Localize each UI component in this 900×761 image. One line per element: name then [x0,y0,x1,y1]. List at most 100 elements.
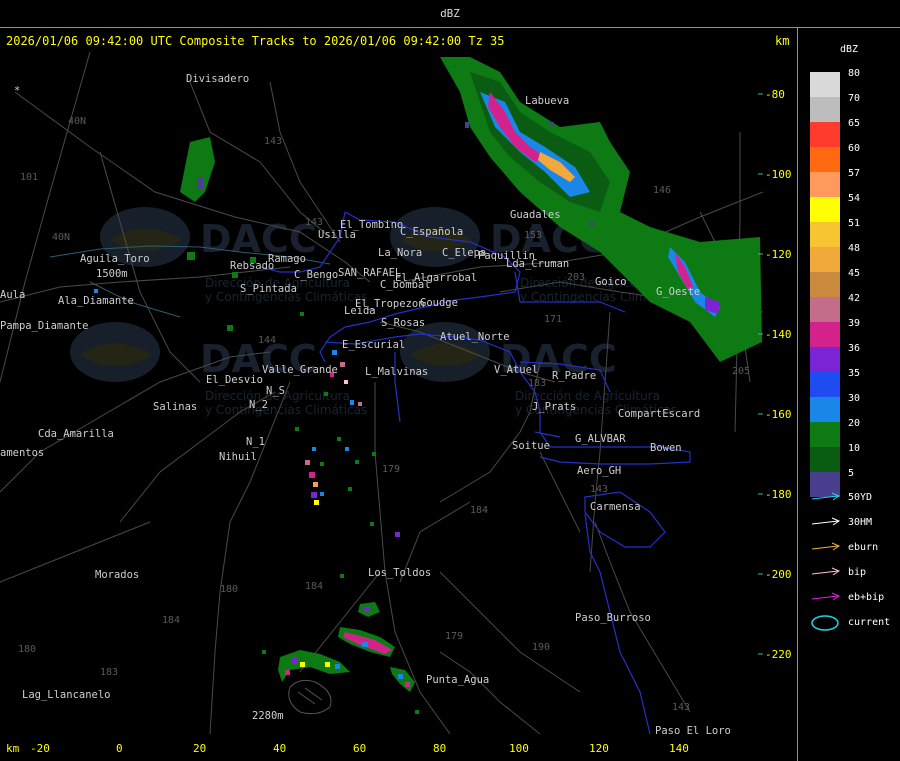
svg-text:C_Bengo: C_Bengo [294,269,338,281]
y-tick: -100 [765,168,792,181]
legend-label: 30 [848,393,861,404]
svg-text:203: 203 [567,272,585,283]
svg-text:40N: 40N [52,232,70,243]
legend-swatch-42 [810,297,840,322]
track-legend-50YD: 50YD [810,490,898,506]
legend-swatch-60 [810,147,840,172]
svg-text:184: 184 [162,615,180,626]
track-legend-eburn: eburn [810,540,898,556]
svg-text:N_1: N_1 [246,436,265,448]
x-tick: 20 [193,742,207,755]
svg-text:N_2: N_2 [249,399,268,411]
y-tick: -220 [765,648,792,661]
radar-map[interactable]: DACC Dirección de Agricultura y Continge… [0,51,764,737]
x-tick: 80 [433,742,447,755]
svg-text:Usilla: Usilla [318,229,356,241]
svg-text:184: 184 [470,505,488,516]
svg-text:183: 183 [528,378,546,389]
x-tick: 140 [669,742,689,755]
legend-swatch-30 [810,397,840,422]
svg-text:1500m: 1500m [96,268,128,280]
legend-swatch-48 [810,247,840,272]
svg-text:Salinas: Salinas [153,401,197,413]
svg-text:V_Atuel: V_Atuel [494,364,538,376]
x-tick: 60 [353,742,367,755]
legend-swatch-20 [810,422,840,447]
svg-text:C_bombal: C_bombal [380,279,431,291]
legend-label: 36 [848,343,861,354]
x-tick: 40 [273,742,287,755]
legend-label: 51 [848,218,861,229]
svg-text:205: 205 [732,366,750,377]
svg-text:R_Padre: R_Padre [552,370,596,382]
svg-text:Carmensa: Carmensa [590,501,641,513]
legend-label: 80 [848,68,861,79]
svg-text:143: 143 [305,217,323,228]
svg-text:Lda_Cruman: Lda_Cruman [506,258,569,270]
svg-text:Bowen: Bowen [650,442,682,454]
svg-text:G_Oeste: G_Oeste [656,286,700,298]
legend-swatch-70 [810,97,840,122]
x-tick: 120 [589,742,609,755]
legend-label: 45 [848,268,861,279]
legend-swatch-80 [810,72,840,97]
x-tick: -20 [30,742,50,755]
track-label: eb+bip [848,592,885,603]
legend-label: 54 [848,193,861,204]
svg-text:CompartEscard: CompartEscard [618,408,700,420]
track-legend-30HM: 30HM [810,515,898,531]
legend-label: 60 [848,143,861,154]
svg-text:L_Malvinas: L_Malvinas [365,366,428,378]
track-arrow-icon [811,592,841,601]
radar-viewer: dBZ 2026/01/06 09:42:00 UTC Composite Tr… [0,0,900,761]
svg-text:SAN_RAFAEL: SAN_RAFAEL [338,267,401,279]
legend-swatch-35 [810,372,840,397]
svg-text:153: 153 [524,230,542,241]
color-legend: dBZ 80 70 65 60 57 54 51 48 45 42 39 36 35 30 20 10 5 50… [798,28,900,761]
track-arrow-icon [811,567,841,576]
svg-text:144: 144 [258,335,276,346]
svg-text:143: 143 [264,136,282,147]
svg-text:Guadales: Guadales [510,209,561,221]
svg-text:40N: 40N [68,116,86,127]
svg-text:Atuel_Norte: Atuel_Norte [440,331,510,343]
track-legend-eb+bip: eb+bip [810,590,898,606]
track-label: eburn [848,542,879,553]
svg-text:Leida: Leida [344,305,376,317]
svg-text:190: 190 [532,642,550,653]
svg-text:179: 179 [382,464,400,475]
place-divisadero: Divisadero [186,73,249,85]
timestamp-header: 2026/01/06 09:42:00 UTC Composite Tracks… [6,34,505,48]
window-title: dBZ [0,0,900,28]
svg-text:E_Escurial: E_Escurial [342,339,405,351]
legend-swatch-36 [810,347,840,372]
legend-label: 39 [848,318,861,329]
x-axis: km -20 0 20 40 60 80 100 120 140 [0,738,797,761]
svg-text:Lag_Llancanelo: Lag_Llancanelo [22,689,111,701]
svg-text:Morados: Morados [95,569,139,581]
svg-text:Los_Toldos: Los_Toldos [368,567,431,579]
svg-text:101: 101 [20,172,38,183]
track-label: bip [848,567,867,578]
legend-label: 42 [848,293,861,304]
svg-text:S_Rosas: S_Rosas [381,317,425,329]
legend-swatch-57 [810,172,840,197]
svg-text:Aero_GH: Aero_GH [577,465,621,477]
svg-text:La_Nora: La_Nora [378,247,422,259]
svg-text:J_Prats: J_Prats [532,401,576,413]
legend-label: 48 [848,243,861,254]
legend-title: dBZ [839,44,859,55]
svg-text:S_Pintada: S_Pintada [240,283,297,295]
svg-text:146: 146 [653,185,671,196]
legend-label: 70 [848,93,861,104]
legend-swatch-54 [810,197,840,222]
legend-swatch-51 [810,222,840,247]
legend-swatch-39 [810,322,840,347]
svg-text:171: 171 [544,314,562,325]
svg-text:Aguila_Toro: Aguila_Toro [80,253,150,265]
y-tick: -140 [765,328,792,341]
svg-text:Nihuil: Nihuil [219,451,257,463]
track-label: 30HM [848,517,873,528]
track-label: 50YD [848,492,873,503]
legend-label: 57 [848,168,861,179]
